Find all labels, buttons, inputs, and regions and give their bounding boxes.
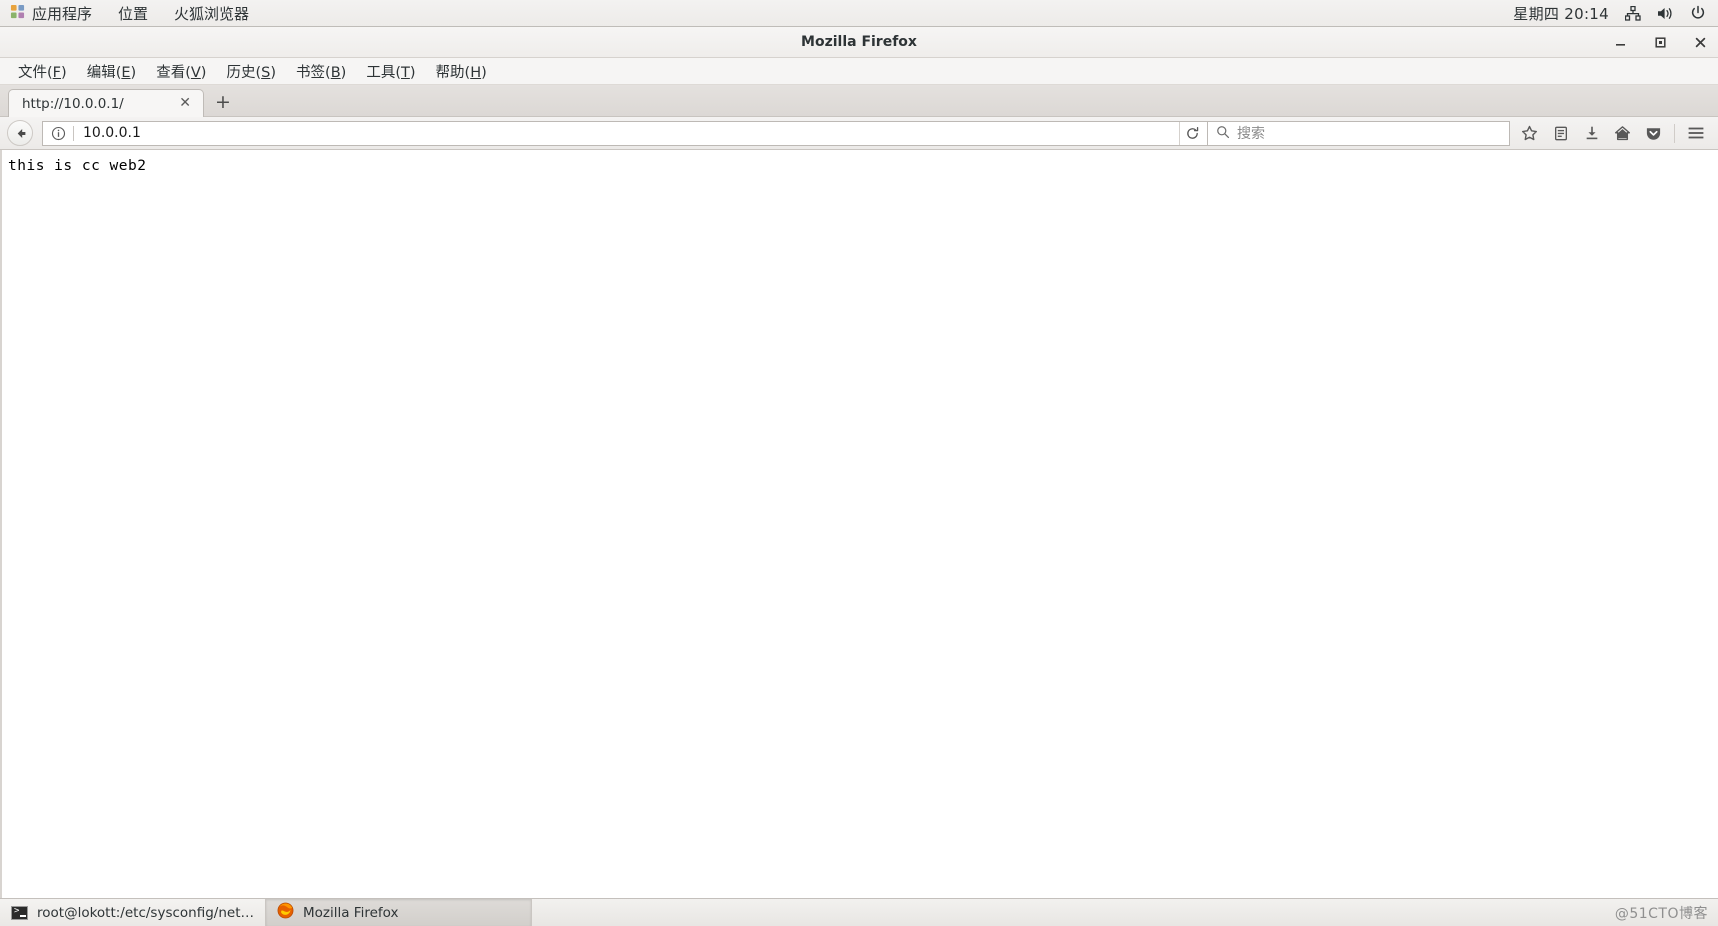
url-input[interactable]: 10.0.0.1 <box>83 125 1179 141</box>
info-icon[interactable] <box>49 124 68 143</box>
volume-icon[interactable] <box>1657 6 1674 21</box>
gnome-top-panel: 应用程序 位置 火狐浏览器 星期四 20:14 <box>0 0 1718 27</box>
taskbar-item-terminal-label: root@lokott:/etc/sysconfig/networ⋯ <box>37 904 254 921</box>
menu-tools-label: 工具 <box>366 64 396 81</box>
minimize-button[interactable] <box>1612 34 1628 50</box>
back-button[interactable] <box>7 120 33 146</box>
taskbar-item-firefox-label: Mozilla Firefox <box>303 904 399 921</box>
watermark-text: @51CTO博客 <box>1614 905 1708 922</box>
bookmark-star-icon[interactable] <box>1514 120 1545 147</box>
home-icon[interactable] <box>1607 120 1638 147</box>
downloads-icon[interactable] <box>1576 120 1607 147</box>
gnome-panel-menus: 应用程序 位置 火狐浏览器 <box>0 0 262 26</box>
menu-history-accel: S <box>261 64 271 81</box>
panel-menu-places-label: 位置 <box>118 4 149 23</box>
tab-close-icon[interactable]: ✕ <box>169 96 195 112</box>
menu-help-accel: H <box>470 64 482 81</box>
reload-icon[interactable] <box>1179 121 1205 145</box>
toolbar-separator <box>1674 123 1675 143</box>
menu-file[interactable]: 文件(F) <box>8 58 77 85</box>
search-icon <box>1216 124 1230 143</box>
panel-menu-applications-label: 应用程序 <box>32 4 93 23</box>
maximize-button[interactable] <box>1652 34 1668 50</box>
taskbar-item-terminal[interactable]: root@lokott:/etc/sysconfig/networ⋯ <box>0 899 266 926</box>
pocket-icon[interactable] <box>1638 120 1669 147</box>
power-icon[interactable] <box>1690 5 1706 21</box>
tab-strip: http://10.0.0.1/ ✕ + <box>0 85 1718 117</box>
url-bar[interactable]: 10.0.0.1 <box>42 120 1208 146</box>
firefox-window: Mozilla Firefox 文件(F) 编辑(E) 查看(V) 历史(S) … <box>0 27 1718 925</box>
search-input[interactable]: 搜索 <box>1237 123 1265 143</box>
menu-bookmarks-accel: B <box>330 64 341 81</box>
menu-edit-accel: E <box>121 64 131 81</box>
panel-clock[interactable]: 星期四 20:14 <box>1513 3 1609 24</box>
menu-tools[interactable]: 工具(T) <box>356 58 425 85</box>
panel-menu-firefox-label: 火狐浏览器 <box>174 4 250 23</box>
page-body-text: this is cc web2 <box>8 158 147 174</box>
terminal-icon <box>11 905 28 920</box>
browser-tab-active[interactable]: http://10.0.0.1/ ✕ <box>8 89 204 117</box>
window-controls <box>1612 27 1708 57</box>
watermark: @51CTO博客 <box>1615 899 1718 926</box>
window-title: Mozilla Firefox <box>801 34 917 50</box>
menu-help[interactable]: 帮助(H) <box>426 58 497 85</box>
panel-menu-firefox[interactable]: 火狐浏览器 <box>161 0 262 26</box>
menu-bookmarks-label: 书签 <box>296 64 326 81</box>
menubar: 文件(F) 编辑(E) 查看(V) 历史(S) 书签(B) 工具(T) 帮助(H… <box>0 58 1718 85</box>
urlbar-separator <box>73 125 74 141</box>
menu-view-label: 查看 <box>156 64 186 81</box>
firefox-icon <box>277 902 294 923</box>
menu-view[interactable]: 查看(V) <box>146 58 216 85</box>
menu-history[interactable]: 历史(S) <box>216 58 286 85</box>
panel-menu-applications[interactable]: 应用程序 <box>0 0 105 26</box>
gnome-panel-tray: 星期四 20:14 <box>1513 0 1718 26</box>
library-icon[interactable] <box>1545 120 1576 147</box>
menu-bookmarks[interactable]: 书签(B) <box>286 58 356 85</box>
menu-history-label: 历史 <box>226 64 256 81</box>
menu-help-label: 帮助 <box>435 64 465 81</box>
new-tab-button[interactable]: + <box>204 93 242 114</box>
page-viewport: this is cc web2 <box>0 150 1718 925</box>
applications-icon <box>10 4 25 23</box>
menu-file-accel: F <box>52 64 62 81</box>
toolbar-button-group <box>1514 120 1711 147</box>
taskbar-item-firefox[interactable]: Mozilla Firefox <box>266 899 532 926</box>
menu-edit-label: 编辑 <box>86 64 116 81</box>
search-bar[interactable]: 搜索 <box>1208 120 1510 146</box>
menu-tools-accel: T <box>401 64 410 81</box>
close-button[interactable] <box>1692 34 1708 50</box>
network-icon[interactable] <box>1625 5 1641 21</box>
hamburger-menu-icon[interactable] <box>1680 120 1711 147</box>
menu-view-accel: V <box>190 64 201 81</box>
window-titlebar: Mozilla Firefox <box>0 27 1718 58</box>
browser-tab-title: http://10.0.0.1/ <box>22 95 124 112</box>
menu-file-label: 文件 <box>18 64 47 81</box>
panel-menu-places[interactable]: 位置 <box>105 0 161 26</box>
window-list-taskbar: root@lokott:/etc/sysconfig/networ⋯ Mozil… <box>0 898 1718 926</box>
navigation-toolbar: 10.0.0.1 搜索 <box>0 117 1718 150</box>
menu-edit[interactable]: 编辑(E) <box>77 58 147 85</box>
viewport-left-edge <box>0 150 2 925</box>
